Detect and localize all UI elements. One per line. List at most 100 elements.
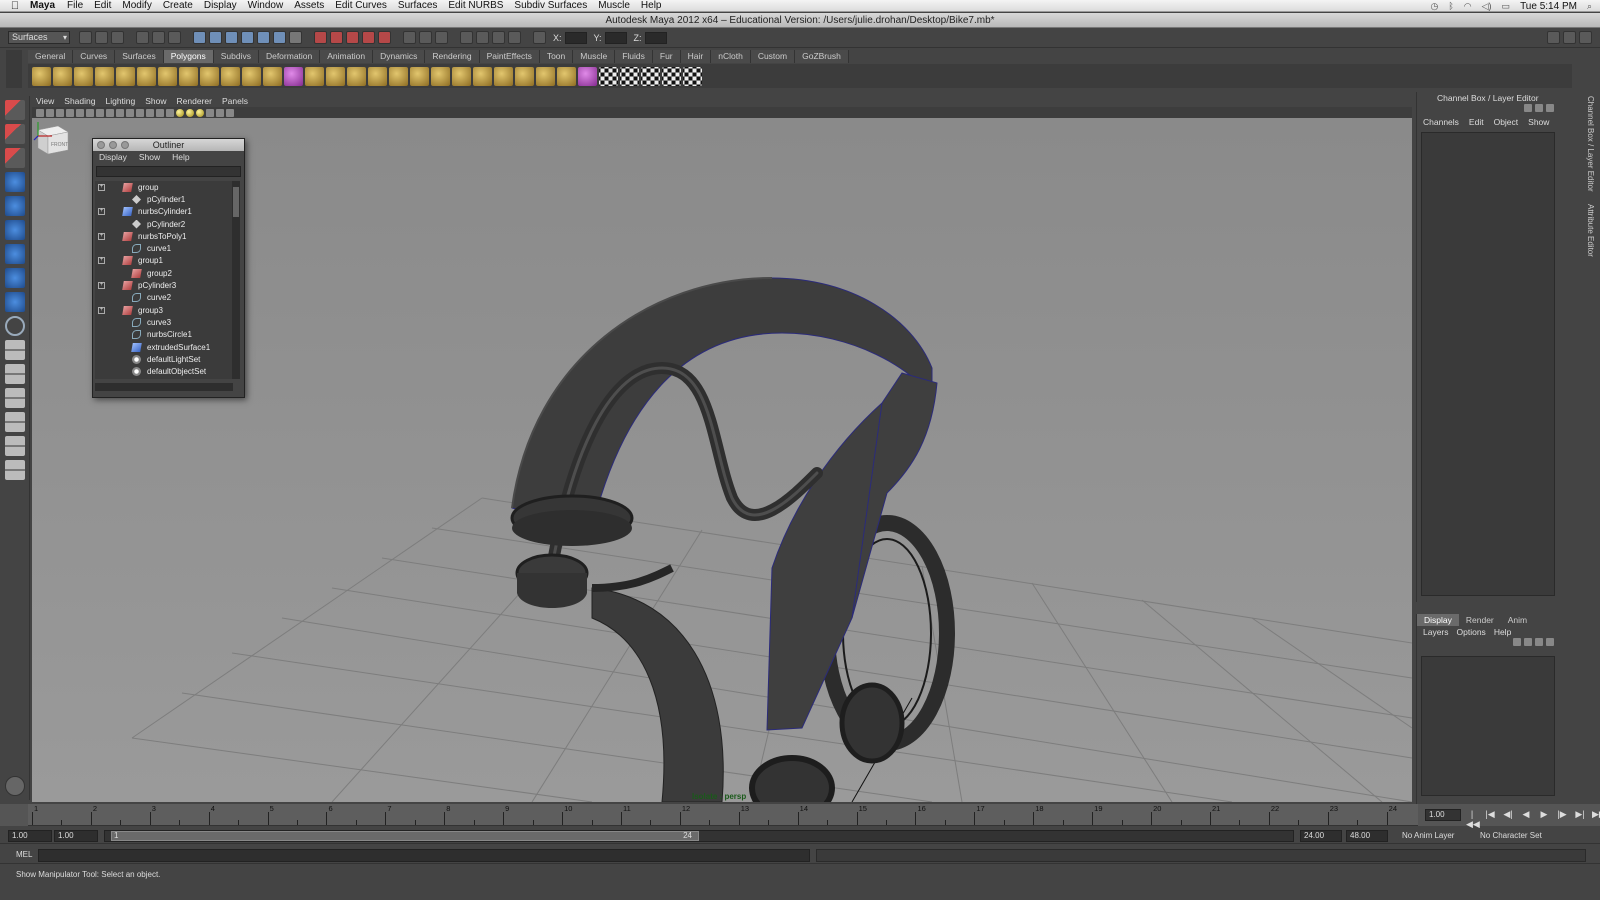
- uv-cylindrical-icon[interactable]: [620, 66, 639, 86]
- current-frame-field[interactable]: 1.00: [1425, 809, 1461, 821]
- layer-menu-layers[interactable]: Layers: [1423, 626, 1449, 638]
- resolution-gate-icon[interactable]: [96, 108, 104, 117]
- outliner-filter-input[interactable]: [96, 166, 241, 177]
- panel-menu-lighting[interactable]: Lighting: [105, 96, 135, 107]
- shelf-tab-painteffects[interactable]: PaintEffects: [479, 50, 540, 63]
- toggle-attribute-editor-icon[interactable]: [1547, 31, 1560, 44]
- outliner-menu-help[interactable]: Help: [172, 151, 189, 164]
- expand-icon[interactable]: +: [98, 306, 105, 314]
- poly-cylinder-icon[interactable]: [74, 66, 93, 86]
- channel-box-layout-icon[interactable]: [1546, 104, 1554, 112]
- layer-menu-help[interactable]: Help: [1494, 626, 1511, 638]
- outliner-item[interactable]: defaultLightSet: [95, 353, 233, 365]
- shelf-tab-muscle[interactable]: Muscle: [573, 50, 616, 63]
- shelf-tab-general[interactable]: General: [28, 50, 74, 63]
- menu-modify[interactable]: Modify: [122, 0, 151, 11]
- two-pane-layout-icon[interactable]: [5, 388, 25, 408]
- poly-mirror-icon[interactable]: [389, 66, 408, 86]
- isolate-select-icon[interactable]: [216, 108, 224, 117]
- side-tab-channel-box-layer-editor[interactable]: Channel Box / Layer Editor: [1586, 96, 1595, 192]
- outliner-item[interactable]: + group1: [95, 255, 233, 267]
- menu-edit-curves[interactable]: Edit Curves: [335, 0, 387, 11]
- step-back-key-icon[interactable]: ◀|: [1502, 809, 1514, 830]
- layer-list-area[interactable]: [1421, 656, 1555, 796]
- zoom-button[interactable]: [121, 141, 129, 149]
- shelf-options-icon[interactable]: [6, 50, 22, 88]
- panel-menu-panels[interactable]: Panels: [222, 96, 248, 107]
- outliner-item[interactable]: defaultObjectSet: [95, 365, 233, 377]
- menu-create[interactable]: Create: [163, 0, 193, 11]
- snap-curve-icon[interactable]: [209, 31, 222, 44]
- safe-action-icon[interactable]: [126, 108, 134, 117]
- wifi-icon[interactable]: ◠: [1464, 1, 1472, 12]
- close-button[interactable]: [97, 141, 105, 149]
- move-tool-icon[interactable]: [5, 172, 25, 192]
- clock[interactable]: Tue 5:14 PM: [1520, 1, 1577, 12]
- time-slider-ruler[interactable]: 1 2 3 4 5 6 7 8 9 10 11 12 13 14 15 16 17 18 19 20 21 22 23 24: [28, 804, 1418, 826]
- shadows-icon[interactable]: [186, 108, 194, 117]
- poly-extract-icon[interactable]: [326, 66, 345, 86]
- poly-soccer-ball-icon[interactable]: [242, 66, 261, 86]
- persp-graph-layout-icon[interactable]: [5, 436, 25, 456]
- shelf-tab-surfaces[interactable]: Surfaces: [115, 50, 164, 63]
- expand-icon[interactable]: +: [98, 183, 105, 191]
- panel-menu-show[interactable]: Show: [145, 96, 166, 107]
- two-d-pan-zoom-icon[interactable]: [226, 108, 234, 117]
- outliner-vertical-scrollbar[interactable]: [232, 181, 240, 379]
- shelf-tab-hair[interactable]: Hair: [680, 50, 712, 63]
- render-view-icon[interactable]: [362, 31, 375, 44]
- layer-tab-render[interactable]: Render: [1459, 614, 1501, 626]
- menu-file[interactable]: File: [67, 0, 83, 11]
- shelf-tab-rendering[interactable]: Rendering: [425, 50, 480, 63]
- attribute-editor-icon[interactable]: [435, 31, 448, 44]
- outliner-window[interactable]: Outliner Display Show Help + group pCylinder…: [92, 138, 245, 398]
- channel-box-area[interactable]: [1421, 132, 1555, 596]
- shelf-tab-dynamics[interactable]: Dynamics: [373, 50, 426, 63]
- uv-automatic-icon[interactable]: [662, 66, 681, 86]
- smooth-shade-icon[interactable]: [146, 108, 154, 117]
- y-field[interactable]: [604, 31, 627, 44]
- apple-icon[interactable]: : [0, 0, 30, 12]
- camera-icon[interactable]: [460, 31, 473, 44]
- poly-torus-icon[interactable]: [137, 66, 156, 86]
- wireframe-on-shaded-icon[interactable]: [156, 108, 164, 117]
- wireframe-icon[interactable]: [136, 108, 144, 117]
- poly-bevel-icon[interactable]: [536, 66, 555, 86]
- go-to-start-icon[interactable]: |◀◀: [1466, 809, 1480, 830]
- x-field[interactable]: [564, 31, 587, 44]
- menu-surfaces[interactable]: Surfaces: [398, 0, 437, 11]
- new-scene-icon[interactable]: [79, 31, 92, 44]
- construction-history-icon[interactable]: [346, 31, 359, 44]
- poly-split-icon[interactable]: [494, 66, 513, 86]
- channel-menu-channels[interactable]: Channels: [1423, 116, 1459, 128]
- expand-icon[interactable]: +: [98, 208, 105, 216]
- save-scene-icon[interactable]: [111, 31, 124, 44]
- side-tab-attribute-editor[interactable]: Attribute Editor: [1586, 204, 1595, 257]
- outliner-titlebar[interactable]: Outliner: [93, 139, 244, 151]
- channel-box-icon[interactable]: [1524, 104, 1532, 112]
- select-camera-icon[interactable]: [36, 108, 44, 117]
- poly-cone-icon[interactable]: [95, 66, 114, 86]
- battery-icon[interactable]: ▭: [1502, 1, 1511, 12]
- new-layer-selected-icon[interactable]: [1524, 638, 1532, 646]
- gear-icon[interactable]: [5, 776, 25, 796]
- scale-tool-icon[interactable]: [5, 220, 25, 240]
- shelf-tab-fluids[interactable]: Fluids: [615, 50, 653, 63]
- layer-tab-display[interactable]: Display: [1417, 614, 1459, 626]
- spotlight-search-icon[interactable]: ⌕: [1587, 1, 1592, 12]
- transform-mode-icon[interactable]: [533, 31, 546, 44]
- expand-icon[interactable]: +: [98, 232, 105, 240]
- volume-icon[interactable]: ◁): [1482, 1, 1492, 12]
- outliner-item[interactable]: pCylinder2: [95, 218, 233, 230]
- outliner-item[interactable]: + nurbsCylinder1: [95, 206, 233, 218]
- expand-icon[interactable]: +: [98, 282, 105, 290]
- show-manipulator-icon[interactable]: [5, 292, 25, 312]
- camera-attributes-icon[interactable]: [46, 108, 54, 117]
- lasso-tool-icon[interactable]: [5, 124, 25, 144]
- range-bar[interactable]: 1 24: [104, 830, 1294, 842]
- play-backwards-icon[interactable]: ◀: [1520, 809, 1532, 830]
- select-hierarchy-icon[interactable]: [136, 31, 149, 44]
- z-field[interactable]: [644, 31, 667, 44]
- gate-mask-icon[interactable]: [106, 108, 114, 117]
- snap-point-icon[interactable]: [225, 31, 238, 44]
